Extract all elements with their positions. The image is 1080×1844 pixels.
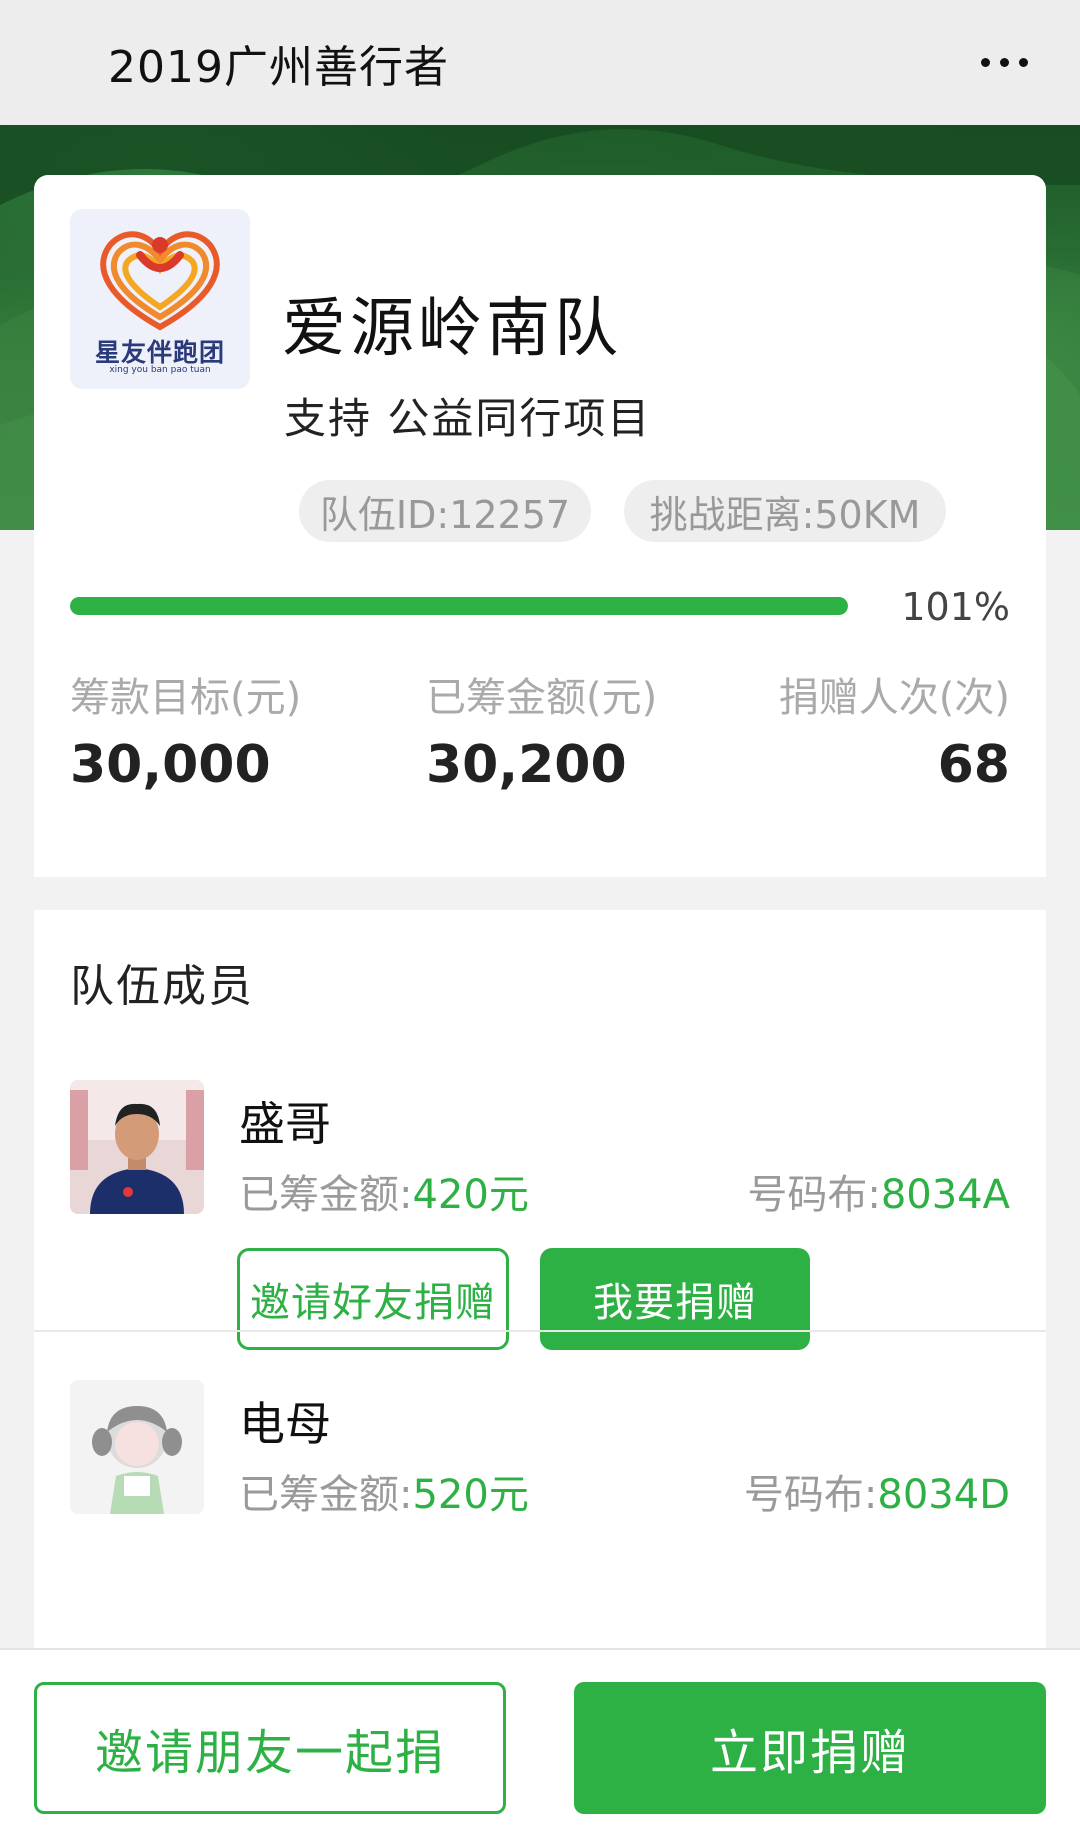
donors-label: 捐赠人次(次)	[778, 675, 1010, 721]
progress-percent: 101%	[901, 585, 1010, 629]
goal-value: 30,000	[70, 735, 271, 795]
raised-value: 30,200	[426, 735, 627, 795]
team-card: 星友伴跑团 xing you ban pao tuan 爱源岭南队 支持 公益同…	[34, 175, 1046, 877]
challenge-distance-badge: 挑战距离:50KM	[624, 480, 946, 542]
avatar[interactable]	[70, 1380, 204, 1514]
donate-now-button[interactable]: 立即捐赠	[574, 1682, 1046, 1814]
team-id-badge: 队伍ID:12257	[299, 480, 591, 542]
member-name: 电母	[239, 1397, 331, 1451]
bottom-action-bar: 邀请朋友一起捐 立即捐赠	[0, 1648, 1080, 1844]
fundraising-progress-bar	[70, 597, 848, 615]
member-bib: 号码布:8034A	[747, 1172, 1010, 1218]
invite-friends-together-button[interactable]: 邀请朋友一起捐	[34, 1682, 506, 1814]
member-item[interactable]: 电母 已筹金额:520元 号码布:8034D	[34, 1330, 1046, 1570]
donors-value: 68	[937, 735, 1010, 795]
raised-label: 已筹金额(元)	[426, 675, 658, 721]
top-bar: 2019广州善行者	[0, 0, 1080, 125]
members-section-title: 队伍成员	[70, 961, 254, 1012]
avatar[interactable]	[70, 1080, 204, 1214]
team-logo: 星友伴跑团 xing you ban pao tuan	[70, 209, 250, 389]
member-raised: 已筹金额:420元	[239, 1172, 529, 1218]
more-dots-icon[interactable]	[968, 40, 1040, 84]
team-name: 爱源岭南队	[282, 292, 622, 366]
member-name: 盛哥	[239, 1097, 331, 1151]
member-item[interactable]: 盛哥 已筹金额:420元 号码布:8034A 邀请好友捐赠 我要捐赠	[34, 1080, 1046, 1350]
team-logo-text: 星友伴跑团	[94, 338, 225, 367]
team-support-project: 支持 公益同行项目	[284, 394, 652, 443]
goal-label: 筹款目标(元)	[70, 675, 302, 721]
member-bib: 号码布:8034D	[743, 1472, 1010, 1518]
team-members-card: 队伍成员 盛哥 已筹金额:420元 号码布:8034A 邀请好友捐赠 我要捐赠	[34, 910, 1046, 1648]
member-raised: 已筹金额:520元	[239, 1472, 529, 1518]
page-title: 2019广州善行者	[108, 41, 449, 93]
progress-fill	[70, 597, 848, 615]
team-logo-subtext: xing you ban pao tuan	[109, 365, 211, 375]
